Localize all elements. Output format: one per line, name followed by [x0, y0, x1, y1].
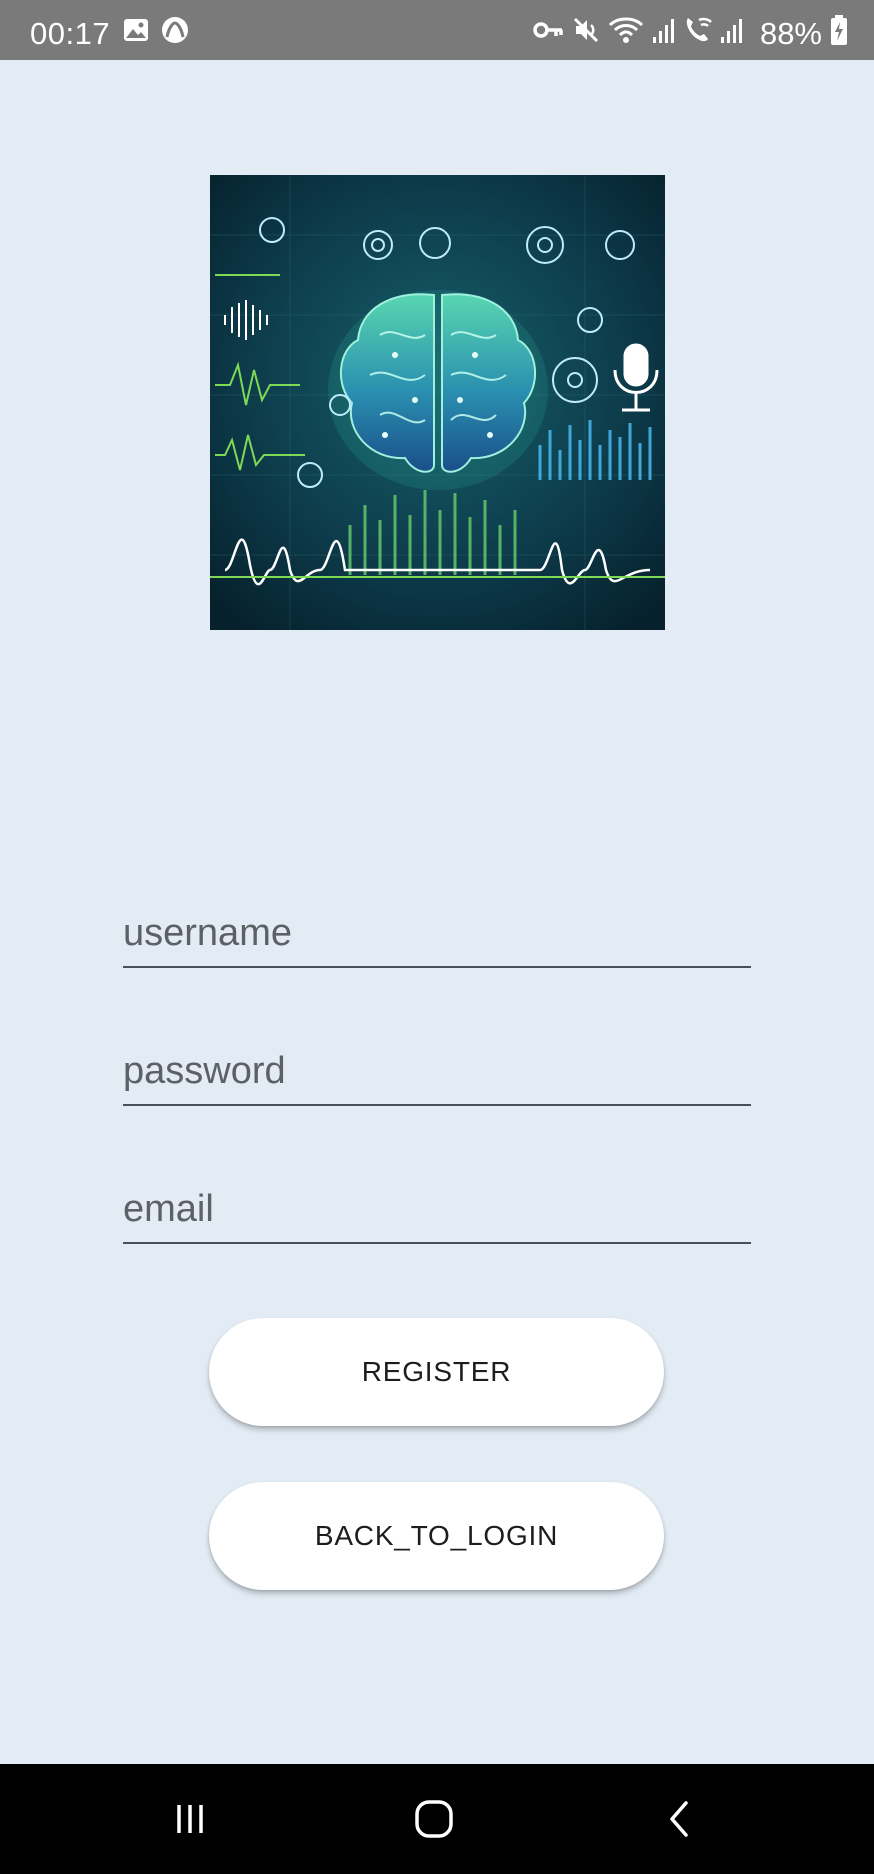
signal-icon-2 [721, 19, 742, 43]
back-to-login-button[interactable]: BACK_TO_LOGIN [209, 1482, 664, 1590]
gallery-icon [124, 19, 148, 41]
app-notification-icon [162, 17, 188, 43]
status-time: 00:17 [30, 16, 111, 51]
battery-charging-icon [831, 15, 847, 45]
status-bar: 00:17 88% [0, 0, 874, 60]
mute-icon [573, 17, 599, 43]
back-icon [670, 1801, 688, 1837]
recent-apps-icon [177, 1805, 203, 1833]
navigation-bar [0, 1764, 874, 1874]
username-input[interactable] [123, 908, 751, 968]
recent-apps-button[interactable] [160, 1792, 220, 1846]
wifi-icon [608, 17, 644, 43]
password-input[interactable] [123, 1046, 751, 1106]
vpn-key-icon [533, 22, 563, 38]
email-input[interactable] [123, 1184, 751, 1244]
hero-image [210, 175, 665, 630]
wifi-calling-icon [686, 17, 712, 42]
register-button[interactable]: REGISTER [209, 1318, 664, 1426]
home-icon [415, 1800, 453, 1838]
back-button[interactable] [650, 1792, 710, 1846]
signal-icon [653, 19, 674, 43]
home-button[interactable] [404, 1792, 464, 1846]
brain-soundwave-illustration-icon [210, 175, 665, 630]
battery-percentage: 88% [759, 16, 822, 51]
